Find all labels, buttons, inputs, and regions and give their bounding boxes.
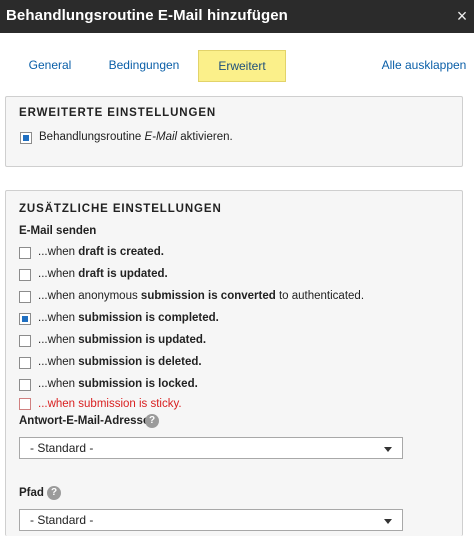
option-checkbox-submission-deleted[interactable] [19,357,31,369]
advanced-settings-panel: ERWEITERTE EINSTELLUNGEN Behandlungsrout… [5,96,463,167]
option-label-submission-deleted: ...when submission is deleted. [38,356,202,368]
tab-bar: General Bedingungen Erweitert Alle auskl… [0,44,474,84]
option-checkbox-draft-created[interactable] [19,247,31,259]
option-checkbox-submission-converted[interactable] [19,291,31,303]
expand-all-link[interactable]: Alle ausklappen [378,50,470,80]
chevron-down-icon [384,447,392,452]
path-label: Pfad [19,487,44,499]
option-label-draft-updated: ...when draft is updated. [38,268,168,280]
tab-erweitert[interactable]: Erweitert [198,50,286,82]
help-icon[interactable]: ? [47,486,61,500]
activate-handler-checkbox[interactable] [20,132,32,144]
help-icon[interactable]: ? [145,414,159,428]
dialog-title: Behandlungsroutine E-Mail hinzufügen [6,7,288,24]
activate-handler-label: Behandlungsroutine E-Mail aktivieren. [39,131,233,143]
option-checkbox-submission-completed[interactable] [19,313,31,325]
option-checkbox-draft-updated[interactable] [19,269,31,281]
option-checkbox-submission-locked[interactable] [19,379,31,391]
close-icon[interactable]: × [453,5,471,27]
tab-bedingungen[interactable]: Bedingungen [104,50,184,80]
path-select[interactable]: - Standard - [19,509,403,531]
reply-email-select-value: - Standard - [30,441,94,455]
option-label-draft-created: ...when draft is created. [38,246,164,258]
advanced-settings-title: ERWEITERTE EINSTELLUNGEN [19,107,217,119]
reply-email-label: Antwort-E-Mail-Adresse [19,415,150,427]
tab-general[interactable]: General [24,50,76,80]
option-label-submission-completed: ...when submission is completed. [38,312,219,324]
option-checkbox-submission-sticky[interactable] [19,398,31,410]
chevron-down-icon [384,519,392,524]
send-email-label: E-Mail senden [19,225,97,237]
option-label-submission-locked: ...when submission is locked. [38,378,198,390]
option-label-submission-converted: ...when anonymous submission is converte… [38,290,365,302]
additional-settings-panel: ZUSÄTZLICHE EINSTELLUNGEN E-Mail senden … [5,190,463,536]
option-label-submission-sticky: ...when submission is sticky. [38,398,182,410]
path-select-value: - Standard - [30,513,94,527]
option-label-submission-updated: ...when submission is updated. [38,334,207,346]
dialog-titlebar: Behandlungsroutine E-Mail hinzufügen × [0,0,474,33]
reply-email-select[interactable]: - Standard - [19,437,403,459]
option-checkbox-submission-updated[interactable] [19,335,31,347]
additional-settings-title: ZUSÄTZLICHE EINSTELLUNGEN [19,203,222,215]
